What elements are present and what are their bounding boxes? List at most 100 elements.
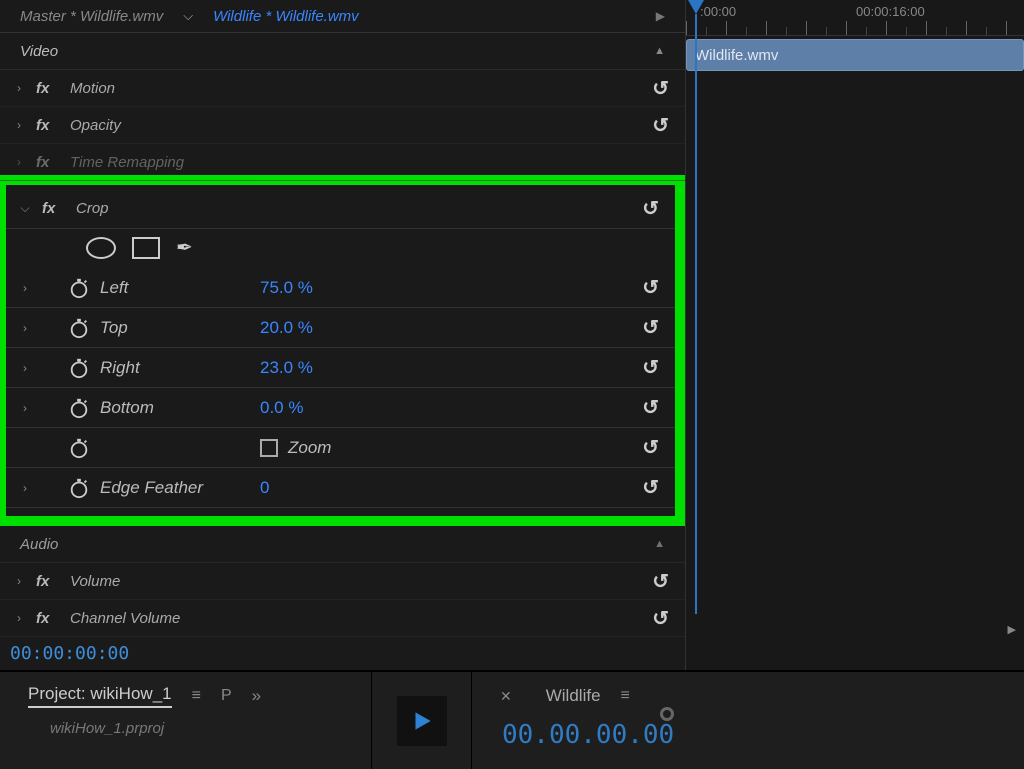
fx-icon[interactable]: fx bbox=[36, 154, 56, 171]
stopwatch-icon[interactable] bbox=[68, 277, 90, 299]
mask-pen-icon[interactable]: ✒ bbox=[176, 235, 193, 260]
disclosure-right-icon[interactable]: › bbox=[10, 155, 28, 169]
reset-icon[interactable]: ↺ bbox=[652, 606, 675, 631]
current-timecode[interactable]: 00:00:00:00 bbox=[0, 637, 685, 670]
zoom-label: Zoom bbox=[288, 438, 331, 458]
timeline-timecode[interactable]: 00.00.00.00 bbox=[472, 720, 1024, 750]
effect-label: Crop bbox=[76, 200, 109, 217]
bottom-panels: Project: wikiHow_1 ≡ P » wikiHow_1.prpro… bbox=[0, 670, 1024, 769]
audio-section-header[interactable]: Audio ▲ bbox=[0, 526, 685, 563]
ruler-time-a: :00:00 bbox=[700, 4, 736, 19]
param-edge-feather-row: › Edge Feather 0 ↺ bbox=[6, 468, 675, 508]
stopwatch-icon[interactable] bbox=[68, 477, 90, 499]
chevron-down-icon[interactable]: ⌵ bbox=[183, 8, 193, 24]
reset-icon[interactable]: ↺ bbox=[642, 395, 665, 420]
fx-icon[interactable]: fx bbox=[36, 573, 56, 590]
param-label: Bottom bbox=[100, 398, 260, 418]
param-bottom-row: › Bottom 0.0 % ↺ bbox=[6, 388, 675, 428]
audio-section-label: Audio bbox=[20, 536, 58, 553]
effect-crop[interactable]: ⌵ fx Crop ↺ bbox=[6, 189, 675, 229]
param-label: Edge Feather bbox=[100, 478, 260, 498]
stopwatch-icon[interactable] bbox=[68, 357, 90, 379]
fx-icon[interactable]: fx bbox=[36, 80, 56, 97]
param-value[interactable]: 23.0 % bbox=[260, 358, 313, 378]
playhead-icon[interactable] bbox=[688, 0, 704, 14]
stopwatch-icon[interactable] bbox=[68, 397, 90, 419]
panel-p-label[interactable]: P bbox=[221, 687, 232, 705]
param-value[interactable]: 20.0 % bbox=[260, 318, 313, 338]
effect-label: Time Remapping bbox=[70, 154, 184, 171]
effects-header: Master * Wildlife.wmv ⌵ Wildlife * Wildl… bbox=[0, 0, 685, 33]
reset-icon[interactable]: ↺ bbox=[652, 76, 675, 101]
effect-time-remapping[interactable]: › fx Time Remapping bbox=[0, 144, 685, 181]
reset-icon[interactable]: ↺ bbox=[642, 196, 665, 221]
play-icon[interactable]: ▶ bbox=[656, 9, 665, 23]
playhead-line[interactable] bbox=[695, 14, 697, 614]
sequence-clip-link[interactable]: Wildlife * Wildlife.wmv bbox=[213, 8, 359, 25]
play-button[interactable] bbox=[397, 696, 447, 746]
reset-icon[interactable]: ↺ bbox=[652, 569, 675, 594]
stopwatch-icon[interactable] bbox=[68, 437, 90, 459]
fx-icon[interactable]: fx bbox=[36, 117, 56, 134]
preview-thumb-panel bbox=[372, 672, 472, 769]
timeline-bottom-panel: ✕ Wildlife ≡ 00.00.00.00 bbox=[472, 672, 1024, 769]
reset-icon[interactable]: ↺ bbox=[642, 315, 665, 340]
effect-opacity[interactable]: › fx Opacity ↺ bbox=[0, 107, 685, 144]
fx-icon[interactable]: fx bbox=[36, 610, 56, 627]
video-section-label: Video bbox=[20, 43, 58, 60]
master-clip-label[interactable]: Master * Wildlife.wmv bbox=[20, 8, 163, 25]
fx-icon[interactable]: fx bbox=[42, 200, 62, 217]
reset-icon[interactable]: ↺ bbox=[642, 435, 665, 460]
disclosure-right-icon[interactable]: › bbox=[16, 401, 34, 415]
mask-ellipse-icon[interactable] bbox=[86, 237, 116, 259]
mask-rect-icon[interactable] bbox=[132, 237, 160, 259]
effect-label: Channel Volume bbox=[70, 610, 180, 627]
video-section-header[interactable]: Video ▲ bbox=[0, 33, 685, 70]
zoom-checkbox[interactable] bbox=[260, 439, 278, 457]
effect-motion[interactable]: › fx Motion ↺ bbox=[0, 70, 685, 107]
mask-tools: ✒ bbox=[6, 229, 675, 268]
scroll-right-icon[interactable]: ▶ bbox=[1008, 623, 1016, 636]
disclosure-right-icon[interactable]: › bbox=[16, 321, 34, 335]
panel-menu-icon[interactable]: ≡ bbox=[192, 687, 201, 705]
disclosure-right-icon[interactable]: › bbox=[16, 481, 34, 495]
clip-label: Wildlife.wmv bbox=[695, 47, 778, 64]
effect-channel-volume[interactable]: › fx Channel Volume ↺ bbox=[0, 600, 685, 637]
effect-label: Motion bbox=[70, 80, 115, 97]
collapse-up-icon[interactable]: ▲ bbox=[654, 45, 665, 57]
disclosure-right-icon[interactable]: › bbox=[10, 574, 28, 588]
disclosure-right-icon[interactable]: › bbox=[10, 611, 28, 625]
scroll-indicator-icon[interactable] bbox=[660, 707, 674, 721]
stopwatch-icon[interactable] bbox=[68, 317, 90, 339]
timeline-title[interactable]: Wildlife bbox=[546, 686, 601, 706]
param-label: Left bbox=[100, 278, 260, 298]
overflow-icon[interactable]: » bbox=[252, 686, 261, 706]
crop-highlight-box: ⌵ fx Crop ↺ ✒ › Left 75.0 % ↺ bbox=[0, 175, 685, 526]
param-top-row: › Top 20.0 % ↺ bbox=[6, 308, 675, 348]
reset-icon[interactable]: ↺ bbox=[642, 355, 665, 380]
effect-volume[interactable]: › fx Volume ↺ bbox=[0, 563, 685, 600]
param-value[interactable]: 0.0 % bbox=[260, 398, 303, 418]
param-value[interactable]: 0 bbox=[260, 478, 269, 498]
collapse-up-icon[interactable]: ▲ bbox=[654, 538, 665, 550]
close-icon[interactable]: ✕ bbox=[500, 688, 512, 705]
timeline-clip[interactable]: Wildlife.wmv bbox=[686, 39, 1024, 71]
disclosure-right-icon[interactable]: › bbox=[16, 281, 34, 295]
disclosure-right-icon[interactable]: › bbox=[10, 81, 28, 95]
param-zoom-row: Zoom ↺ bbox=[6, 428, 675, 468]
effect-label: Opacity bbox=[70, 117, 121, 134]
effects-panel: Master * Wildlife.wmv ⌵ Wildlife * Wildl… bbox=[0, 0, 686, 670]
disclosure-down-icon[interactable]: ⌵ bbox=[16, 201, 34, 216]
effect-label: Volume bbox=[70, 573, 120, 590]
project-file-row[interactable]: wikiHow_1.prproj bbox=[0, 720, 371, 737]
panel-menu-icon[interactable]: ≡ bbox=[621, 687, 630, 705]
disclosure-right-icon[interactable]: › bbox=[16, 361, 34, 375]
param-value[interactable]: 75.0 % bbox=[260, 278, 313, 298]
reset-icon[interactable]: ↺ bbox=[642, 475, 665, 500]
timeline-panel: :00:00 00:00:16:00 Wildlife.wmv ▶ bbox=[686, 0, 1024, 670]
project-panel-title[interactable]: Project: wikiHow_1 bbox=[28, 684, 172, 708]
disclosure-right-icon[interactable]: › bbox=[10, 118, 28, 132]
reset-icon[interactable]: ↺ bbox=[642, 275, 665, 300]
reset-icon[interactable]: ↺ bbox=[652, 113, 675, 138]
time-ruler[interactable]: :00:00 00:00:16:00 bbox=[686, 0, 1024, 36]
